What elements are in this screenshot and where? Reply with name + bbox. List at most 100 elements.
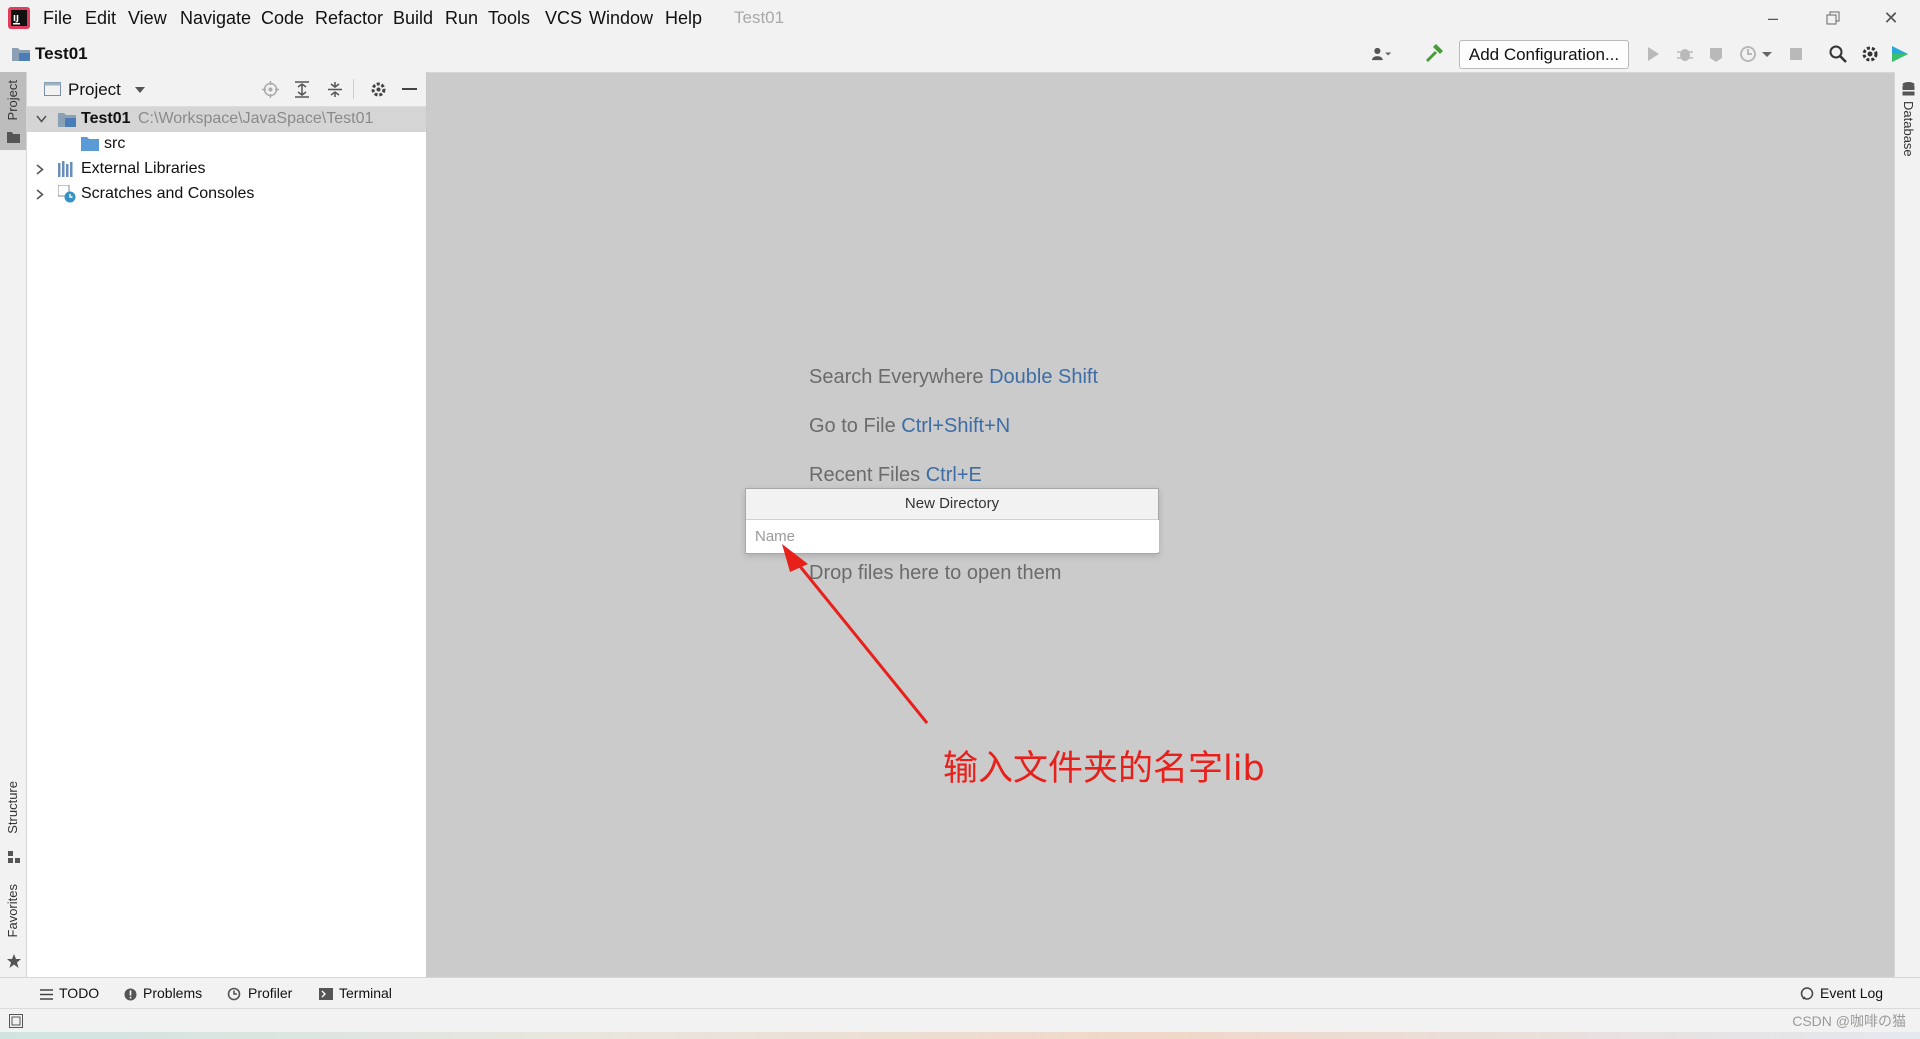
library-icon	[58, 161, 73, 177]
hint-shortcut: Ctrl+Shift+N	[901, 415, 1011, 437]
project-panel-header: Project	[27, 72, 426, 107]
svg-text:IJ: IJ	[13, 14, 19, 23]
hint-text: Search Everywhere	[809, 366, 984, 388]
todo-tab[interactable]: TODO	[40, 985, 99, 1001]
structure-tool-tab[interactable]: Structure	[0, 779, 26, 867]
project-tool-tab[interactable]: Project	[0, 72, 26, 150]
stop-icon[interactable]	[1786, 44, 1806, 64]
menu-run[interactable]: Run	[445, 8, 478, 29]
menu-edit[interactable]: Edit	[85, 8, 116, 29]
toggle-tool-windows-icon[interactable]	[9, 1014, 23, 1028]
problems-icon	[124, 988, 137, 1001]
bottom-tool-bar: TODO Problems Profiler Terminal Event Lo…	[0, 977, 1920, 1009]
project-tab-label: Project	[5, 80, 20, 121]
window-title: Test01	[734, 8, 785, 27]
terminal-icon	[319, 988, 333, 1001]
menu-view[interactable]: View	[128, 8, 167, 29]
project-view-icon	[44, 82, 61, 96]
project-view-selector[interactable]: Project	[68, 80, 121, 100]
user-icon[interactable]	[1372, 44, 1392, 64]
menu-file[interactable]: File	[43, 8, 72, 29]
hide-panel-icon[interactable]	[402, 88, 417, 91]
menu-build[interactable]: Build	[393, 8, 433, 29]
hint-shortcut: Ctrl+E	[925, 464, 982, 486]
minimize-icon[interactable]: –	[1761, 6, 1785, 30]
expand-all-icon[interactable]	[294, 81, 310, 98]
profiler-tab-label: Profiler	[248, 985, 293, 1001]
navigation-bar: Test01 Add Configuration...	[0, 36, 1920, 73]
taskbar-edge	[0, 1032, 1920, 1039]
tree-item-label: External Libraries	[81, 160, 206, 177]
status-bar	[0, 1008, 1920, 1033]
chevron-down-icon[interactable]	[134, 86, 146, 94]
annotation-caption: 输入文件夹的名字lib	[943, 749, 1265, 789]
project-tool-window: Project Test01 C:\Workspace\JavaSpace\Te…	[27, 72, 427, 977]
tree-item-scratches[interactable]: Scratches and Consoles	[27, 182, 426, 207]
popup-title: New Directory	[746, 489, 1158, 520]
chevron-down-icon[interactable]	[1761, 44, 1773, 64]
code-with-me-icon[interactable]	[1890, 44, 1910, 64]
settings-gear-icon[interactable]	[1860, 44, 1880, 64]
database-tool-tab[interactable]: Database	[1895, 82, 1920, 177]
terminal-tab-label: Terminal	[339, 985, 392, 1001]
menu-navigate[interactable]: Navigate	[180, 8, 251, 29]
tree-item-label: Scratches and Consoles	[81, 185, 255, 202]
profiler-icon	[227, 987, 241, 1001]
locate-file-icon[interactable]	[262, 81, 279, 98]
right-tool-stripe: Database	[1894, 72, 1920, 977]
build-hammer-icon[interactable]	[1425, 44, 1445, 64]
module-folder-icon	[58, 113, 76, 127]
menu-bar: IJ File Edit View Navigate Code Refactor…	[0, 0, 1920, 36]
menu-vcs[interactable]: VCS	[545, 8, 582, 29]
collapse-all-icon[interactable]	[327, 81, 343, 98]
debug-icon[interactable]	[1675, 44, 1695, 64]
event-log-tab-label: Event Log	[1820, 985, 1884, 1001]
tree-item-label: Test01	[81, 110, 131, 127]
tree-item-project-root[interactable]: Test01 C:\Workspace\JavaSpace\Test01	[27, 107, 426, 132]
structure-tab-label: Structure	[5, 781, 20, 834]
menu-code[interactable]: Code	[261, 8, 304, 29]
intellij-logo-icon: IJ	[8, 7, 30, 29]
list-icon	[40, 988, 53, 1000]
star-icon	[7, 954, 21, 968]
restore-icon[interactable]	[1821, 6, 1845, 30]
tree-item-external-libraries[interactable]: External Libraries	[27, 157, 426, 182]
coverage-icon[interactable]	[1707, 44, 1727, 64]
hint-recent-files: Recent Files Ctrl+E	[809, 464, 982, 487]
annotation-arrow	[782, 544, 929, 724]
todo-tab-label: TODO	[59, 985, 100, 1001]
problems-tab[interactable]: Problems	[124, 985, 202, 1001]
profile-icon[interactable]	[1739, 44, 1759, 64]
menu-help[interactable]: Help	[665, 8, 702, 29]
add-configuration-button[interactable]: Add Configuration...	[1459, 40, 1629, 69]
source-folder-icon	[81, 137, 99, 151]
breadcrumb-project[interactable]: Test01	[35, 44, 88, 64]
tree-item-src[interactable]: src	[27, 132, 426, 157]
event-log-tab[interactable]: Event Log	[1800, 985, 1883, 1001]
hint-search-everywhere: Search Everywhere Double Shift	[809, 366, 1098, 389]
run-icon[interactable]	[1643, 44, 1663, 64]
hint-text: Recent Files	[809, 464, 921, 486]
chevron-right-icon[interactable]	[36, 164, 44, 175]
menu-refactor[interactable]: Refactor	[315, 8, 383, 29]
chevron-right-icon[interactable]	[36, 189, 44, 200]
search-icon[interactable]	[1828, 44, 1848, 64]
left-tool-stripe: Project Structure Favorites	[0, 72, 27, 977]
chevron-down-icon[interactable]	[36, 115, 47, 123]
database-icon	[1902, 82, 1915, 96]
hint-go-to-file: Go to File Ctrl+Shift+N	[809, 415, 1010, 438]
terminal-tab[interactable]: Terminal	[319, 985, 392, 1001]
favorites-tab-label: Favorites	[5, 884, 20, 938]
hint-text: Go to File	[809, 415, 896, 437]
scratches-icon	[58, 185, 76, 203]
settings-gear-icon[interactable]	[370, 81, 387, 98]
favorites-tool-tab[interactable]: Favorites	[0, 882, 26, 972]
profiler-tab[interactable]: Profiler	[227, 985, 292, 1002]
event-log-icon	[1800, 987, 1814, 1001]
close-window-icon[interactable]: ✕	[1879, 6, 1903, 30]
menu-tools[interactable]: Tools	[488, 8, 530, 29]
problems-tab-label: Problems	[143, 985, 203, 1001]
toolbar-divider	[353, 79, 354, 99]
menu-window[interactable]: Window	[589, 8, 653, 29]
hint-shortcut: Double Shift	[989, 366, 1099, 388]
